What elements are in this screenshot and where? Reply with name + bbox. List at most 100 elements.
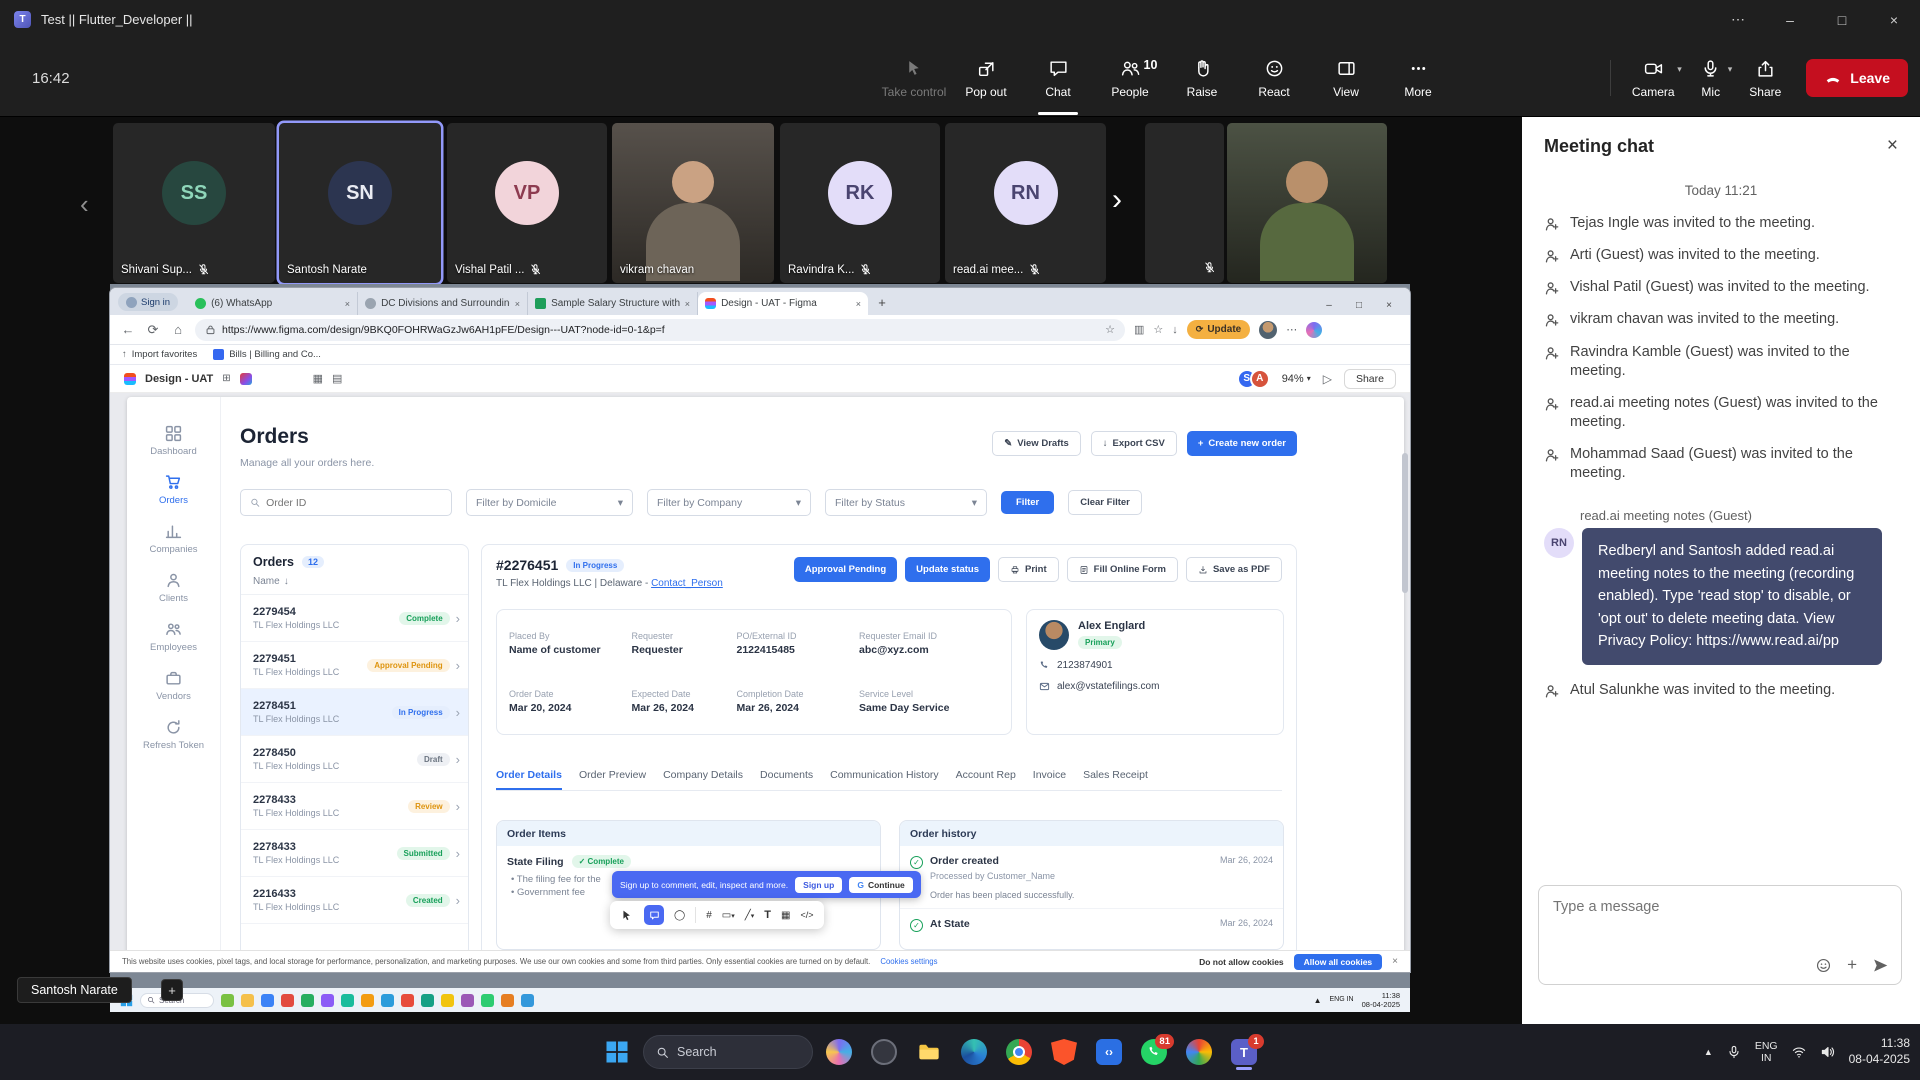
shared-clock[interactable]: 11:38 08-04-2025 [1362,991,1400,1009]
language-indicator[interactable]: ENG IN [1755,1040,1778,1064]
taskbar-app-icon[interactable] [401,994,414,1007]
strip-scroll-left-icon[interactable]: ‹ [80,189,89,220]
chat-button[interactable]: Chat [1022,39,1094,117]
figma-logo-icon[interactable] [124,373,136,385]
participant-tile[interactable]: RK Ravindra K... [780,123,940,283]
approval-pending-button[interactable]: Approval Pending [794,557,897,582]
order-list-row[interactable]: 2278433TL Flex Holdings LLC Review› [241,783,468,830]
filter-domicile-select[interactable]: Filter by Domicile▾ [466,489,633,516]
browser-tab[interactable]: Sample Salary Structure with cal:× [528,292,698,315]
code-tool-icon[interactable]: </> [800,910,813,920]
browser-profile-avatar[interactable] [1259,321,1277,339]
print-button[interactable]: Print [998,557,1059,582]
new-tab-button[interactable]: + [872,292,892,312]
tab-order-preview[interactable]: Order Preview [579,769,646,790]
view-drafts-button[interactable]: ✎View Drafts [992,431,1081,456]
file-explorer-icon[interactable] [910,1033,948,1071]
browser-tab-active[interactable]: Design - UAT - Figma× [698,292,868,315]
taskbar-app-icon[interactable] [301,994,314,1007]
tab-communication-history[interactable]: Communication History [830,769,939,790]
taskbar-app-icon[interactable] [421,994,434,1007]
tab-company-details[interactable]: Company Details [663,769,743,790]
people-button[interactable]: 10 People [1094,39,1166,117]
volume-icon[interactable] [1820,1044,1836,1060]
figma-pages-icon[interactable]: ▦ [313,372,323,385]
taskbar-app-icon[interactable] [461,994,474,1007]
taskbar-app-icon[interactable] [281,994,294,1007]
figma-share-button[interactable]: Share [1344,369,1396,389]
window-minimize-button[interactable]: – [1764,0,1816,39]
filter-status-select[interactable]: Filter by Status▾ [825,489,987,516]
cursor-tool-icon[interactable] [621,909,634,922]
tab-close-icon[interactable]: × [685,299,690,309]
update-status-button[interactable]: Update status [905,557,990,582]
copilot-icon[interactable] [820,1033,858,1071]
taskbar-app-icon[interactable] [361,994,374,1007]
taskbar-search-box[interactable]: Search [643,1035,813,1069]
order-list-row[interactable]: 2279451TL Flex Holdings LLC Approval Pen… [241,642,468,689]
taskbar-app-icon[interactable] [241,994,254,1007]
camera-button[interactable]: Camera [1621,39,1685,117]
export-csv-button[interactable]: ↓Export CSV [1091,431,1177,456]
brave-icon[interactable] [1045,1033,1083,1071]
address-bar[interactable]: https://www.figma.com/design/9BKQ0FOHRWa… [195,319,1125,341]
react-button[interactable]: React [1238,39,1310,117]
window-close-button[interactable]: × [1868,0,1920,39]
contact-person-link[interactable]: Contact_Person [651,578,723,589]
sidebar-item-vendors[interactable]: Vendors [156,670,191,702]
strip-scroll-right-icon[interactable]: › [1112,183,1122,217]
contact-phone[interactable]: 2123874901 [1039,660,1271,671]
tray-expand-icon[interactable]: ▲ [1704,1047,1713,1057]
language-indicator[interactable]: ENG IN [1330,996,1354,1004]
view-button[interactable]: View [1310,39,1382,117]
taskbar-app-icon[interactable] [441,994,454,1007]
browser-maximize-button[interactable]: □ [1344,300,1374,311]
order-list-row[interactable]: 2279454TL Flex Holdings LLC Complete› [241,595,468,642]
tab-close-icon[interactable]: × [856,299,861,309]
take-control-button[interactable]: Take control [878,39,950,117]
figma-list-icon[interactable]: ▤ [332,372,342,385]
signup-button[interactable]: Sign up [795,877,842,893]
tab-invoice[interactable]: Invoice [1033,769,1066,790]
attach-plus-icon[interactable]: + [1847,955,1857,975]
browser-update-button[interactable]: ⟳ Update [1187,320,1250,339]
chat-compose-box[interactable]: + [1538,885,1902,985]
allow-cookies-button[interactable]: Allow all cookies [1294,954,1383,970]
emoji-icon[interactable] [1815,957,1832,974]
figma-layout-icon[interactable]: ⊞ [222,373,230,384]
close-chat-icon[interactable]: × [1887,135,1898,157]
chrome-icon[interactable] [1000,1033,1038,1071]
sidebar-item-clients[interactable]: Clients [159,572,188,604]
section-tool-icon[interactable]: ▦ [781,910,790,921]
chat-input[interactable] [1553,899,1887,915]
bookmark-item[interactable]: Bills | Billing and Co... [213,349,321,360]
apply-filter-button[interactable]: Filter [1001,491,1054,514]
zoom-control[interactable]: 94%▾ [1282,373,1311,385]
taskbar-app-icon[interactable] [521,994,534,1007]
tab-close-icon[interactable]: × [515,299,520,309]
create-order-button[interactable]: +Create new order [1187,431,1297,456]
participant-tile[interactable]: SS Shivani Sup... [113,123,275,283]
window-more-button[interactable]: ⋯ [1712,0,1764,39]
downloads-icon[interactable]: ↓ [1172,324,1178,336]
tab-documents[interactable]: Documents [760,769,813,790]
sidebar-item-employees[interactable]: Employees [150,621,197,653]
taskbar-app-icon[interactable] [321,994,334,1007]
raise-hand-button[interactable]: Raise [1166,39,1238,117]
mic-tray-icon[interactable] [1726,1044,1742,1060]
app-icon-blue[interactable]: ‹› [1090,1033,1128,1071]
contact-email[interactable]: alex@vstatefilings.com [1039,681,1271,692]
home-icon[interactable]: ⌂ [170,322,186,337]
order-list-row[interactable]: 2216433TL Flex Holdings LLC Created› [241,877,468,924]
split-screen-icon[interactable]: ▥ [1134,323,1144,336]
browser-minimize-button[interactable]: – [1314,300,1344,311]
pop-out-button[interactable]: Pop out [950,39,1022,117]
send-icon[interactable] [1872,957,1889,974]
wifi-icon[interactable] [1791,1044,1807,1060]
app-icon-dark[interactable] [865,1033,903,1071]
tray-expand-icon[interactable]: ▲ [1314,996,1322,1005]
participant-tile[interactable]: vikram chavan [612,123,774,283]
browser-close-button[interactable]: × [1374,300,1404,311]
browser-tab[interactable]: (6) WhatsApp× [188,292,358,315]
refresh-icon[interactable]: ⟳ [145,322,161,338]
